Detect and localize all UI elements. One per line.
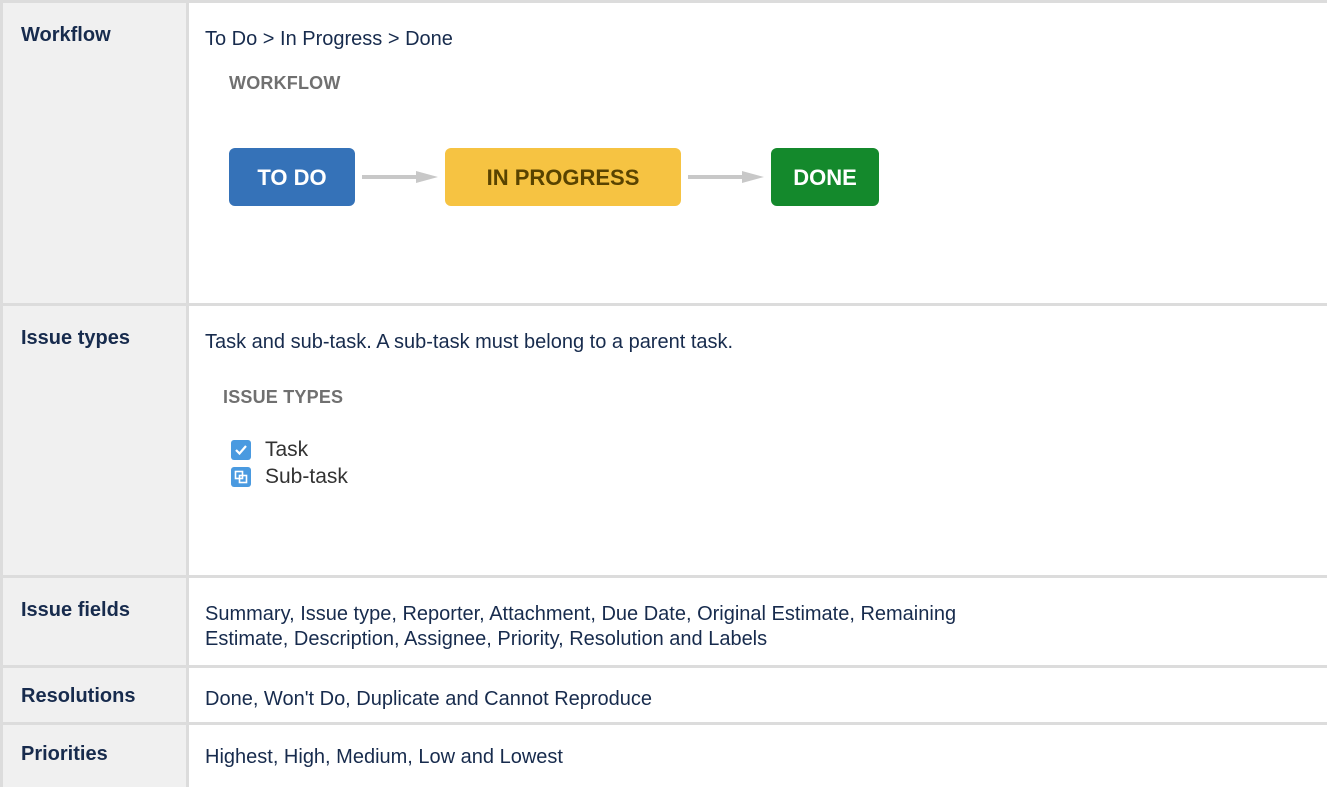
priorities-cell: Highest, High, Medium, Low and Lowest xyxy=(205,746,563,768)
status-todo: TO DO xyxy=(229,148,355,206)
issue-types-header: Issue types xyxy=(3,306,189,575)
workflow-row: Workflow To Do > In Progress > Done WORK… xyxy=(3,3,1327,306)
workflow-cell: To Do > In Progress > Done WORKFLOW TO D… xyxy=(189,3,1327,303)
list-item: Task xyxy=(231,436,1327,463)
arrow-icon xyxy=(681,148,771,206)
issue-types-row: Issue types Task and sub-task. A sub-tas… xyxy=(3,306,1327,578)
subtask-icon xyxy=(231,466,251,487)
issue-types-cell: Task and sub-task. A sub-task must belon… xyxy=(189,306,1327,575)
workflow-header: Workflow xyxy=(3,3,189,303)
issue-fields-row: Issue fields Summary, Issue type, Report… xyxy=(3,578,1327,668)
issue-fields-text-line2: Estimate, Description, Assignee, Priorit… xyxy=(205,628,768,650)
resolutions-header: Resolutions xyxy=(3,668,189,722)
checkbox-icon xyxy=(231,439,251,460)
issue-types-text: Task and sub-task. A sub-task must belon… xyxy=(205,331,734,353)
priorities-header: Priorities xyxy=(3,725,189,787)
issue-fields-text-line1: Summary, Issue type, Reporter, Attachmen… xyxy=(205,603,957,625)
resolutions-row: Resolutions Done, Won't Do, Duplicate an… xyxy=(3,668,1327,725)
arrow-icon xyxy=(355,148,445,206)
resolutions-cell: Done, Won't Do, Duplicate and Cannot Rep… xyxy=(205,688,653,710)
config-table: Workflow To Do > In Progress > Done WORK… xyxy=(0,0,1327,787)
workflow-text: To Do > In Progress > Done xyxy=(205,28,453,50)
list-item: Sub-task xyxy=(231,463,1327,490)
priorities-row: Priorities Highest, High, Medium, Low an… xyxy=(3,725,1327,787)
status-done: DONE xyxy=(771,148,879,206)
workflow-diagram: TO DO IN PROGRESS DONE xyxy=(229,148,1327,206)
status-in-progress: IN PROGRESS xyxy=(445,148,681,206)
issue-type-label: Sub-task xyxy=(265,465,348,488)
issue-fields-cell: Summary, Issue type, Reporter, Attachmen… xyxy=(189,578,1327,665)
issue-type-label: Task xyxy=(265,438,309,461)
issue-fields-header: Issue fields xyxy=(3,578,189,665)
workflow-subheading: WORKFLOW xyxy=(229,73,341,93)
issue-types-list: Task Sub-task xyxy=(231,436,1327,490)
issue-types-subheading: ISSUE TYPES xyxy=(223,387,344,407)
